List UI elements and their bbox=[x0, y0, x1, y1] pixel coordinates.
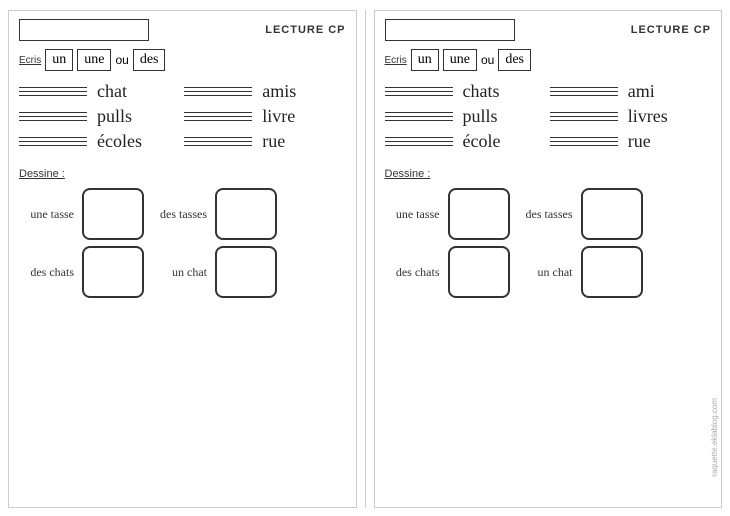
right-dessine-text-1a: des chats bbox=[385, 265, 440, 280]
left-dessine-text-1b: un chat bbox=[152, 265, 207, 280]
watermark: raquette.eklablog.com bbox=[710, 398, 719, 477]
left-dessine-section: Dessine : une tasse des tasses des chats… bbox=[19, 168, 346, 298]
left-lines-1 bbox=[184, 87, 252, 96]
left-lecture-label: LECTURE CP bbox=[265, 24, 345, 36]
right-dessine-grid: une tasse des tasses des chats un chat bbox=[385, 188, 712, 298]
left-word-item-0: chat bbox=[19, 81, 180, 102]
right-dessine-text-0b: des tasses bbox=[518, 207, 573, 222]
left-dessine-text-0b: des tasses bbox=[152, 207, 207, 222]
right-lines-1 bbox=[550, 87, 618, 96]
left-draw-box-1b bbox=[215, 246, 277, 298]
left-dessine-label: Dessine : bbox=[19, 168, 346, 180]
right-draw-box-0b bbox=[581, 188, 643, 240]
right-word-item-0: chats bbox=[385, 81, 546, 102]
right-word-item-1: ami bbox=[550, 81, 711, 102]
right-panel: LECTURE CP Ecris un une ou des chats bbox=[374, 10, 723, 508]
right-ecris-row: Ecris un une ou des bbox=[385, 49, 712, 71]
right-lines-2 bbox=[385, 112, 453, 121]
left-ecris-label: Ecris bbox=[19, 55, 41, 66]
right-dessine-text-1b: un chat bbox=[518, 265, 573, 280]
right-dessine-row-1: des chats un chat bbox=[385, 246, 712, 298]
panel-divider bbox=[365, 10, 366, 508]
left-draw-box-0b bbox=[215, 188, 277, 240]
left-word-item-5: rue bbox=[184, 131, 345, 152]
right-dessine-section: Dessine : une tasse des tasses des chats… bbox=[385, 168, 712, 298]
left-dessine-grid: une tasse des tasses des chats un chat bbox=[19, 188, 346, 298]
left-ecris-row: Ecris un une ou des bbox=[19, 49, 346, 71]
left-word-item-3: livre bbox=[184, 106, 345, 127]
right-draw-box-0a bbox=[448, 188, 510, 240]
right-dessine-text-0a: une tasse bbox=[385, 207, 440, 222]
left-lines-4 bbox=[19, 137, 87, 146]
left-word-des: des bbox=[133, 49, 166, 71]
right-word-label-0: chats bbox=[463, 81, 523, 102]
left-word-une: une bbox=[77, 49, 111, 71]
left-lines-5 bbox=[184, 137, 252, 146]
right-header: LECTURE CP bbox=[385, 19, 712, 41]
left-lines-3 bbox=[184, 112, 252, 121]
right-lines-3 bbox=[550, 112, 618, 121]
left-title-input[interactable] bbox=[19, 19, 149, 41]
right-dessine-row-0: une tasse des tasses bbox=[385, 188, 712, 240]
left-dessine-row-0: une tasse des tasses bbox=[19, 188, 346, 240]
left-word-item-2: pulls bbox=[19, 106, 180, 127]
left-lines-2 bbox=[19, 112, 87, 121]
left-word-item-4: écoles bbox=[19, 131, 180, 152]
right-word-item-2: pulls bbox=[385, 106, 546, 127]
right-word-label-5: rue bbox=[628, 131, 688, 152]
page: LECTURE CP Ecris un une ou des chat bbox=[0, 0, 730, 516]
left-ou: ou bbox=[115, 53, 128, 67]
right-lines-4 bbox=[385, 137, 453, 146]
right-word-item-4: école bbox=[385, 131, 546, 152]
left-word-label-2: pulls bbox=[97, 106, 157, 127]
left-lines-0 bbox=[19, 87, 87, 96]
right-draw-box-1a bbox=[448, 246, 510, 298]
right-word-une: une bbox=[443, 49, 477, 71]
left-dessine-row-1: des chats un chat bbox=[19, 246, 346, 298]
right-ecris-label: Ecris bbox=[385, 55, 407, 66]
left-word-un: un bbox=[45, 49, 73, 71]
right-word-label-4: école bbox=[463, 131, 523, 152]
right-title-input[interactable] bbox=[385, 19, 515, 41]
right-word-des: des bbox=[498, 49, 531, 71]
right-dessine-label: Dessine : bbox=[385, 168, 712, 180]
left-words-grid: chat amis pulls bbox=[19, 81, 346, 152]
right-lines-0 bbox=[385, 87, 453, 96]
left-word-label-4: écoles bbox=[97, 131, 157, 152]
left-draw-box-1a bbox=[82, 246, 144, 298]
right-lecture-label: LECTURE CP bbox=[631, 24, 711, 36]
right-lines-5 bbox=[550, 137, 618, 146]
right-word-item-5: rue bbox=[550, 131, 711, 152]
left-header: LECTURE CP bbox=[19, 19, 346, 41]
right-ou: ou bbox=[481, 53, 494, 67]
right-word-un: un bbox=[411, 49, 439, 71]
left-word-item-1: amis bbox=[184, 81, 345, 102]
right-word-label-2: pulls bbox=[463, 106, 523, 127]
left-word-label-3: livre bbox=[262, 106, 322, 127]
right-word-label-3: livres bbox=[628, 106, 688, 127]
left-dessine-text-0a: une tasse bbox=[19, 207, 74, 222]
right-word-item-3: livres bbox=[550, 106, 711, 127]
left-draw-box-0a bbox=[82, 188, 144, 240]
left-word-label-1: amis bbox=[262, 81, 322, 102]
left-dessine-text-1a: des chats bbox=[19, 265, 74, 280]
left-word-label-0: chat bbox=[97, 81, 157, 102]
right-words-grid: chats ami pulls bbox=[385, 81, 712, 152]
left-word-label-5: rue bbox=[262, 131, 322, 152]
right-word-label-1: ami bbox=[628, 81, 688, 102]
right-draw-box-1b bbox=[581, 246, 643, 298]
left-panel: LECTURE CP Ecris un une ou des chat bbox=[8, 10, 357, 508]
